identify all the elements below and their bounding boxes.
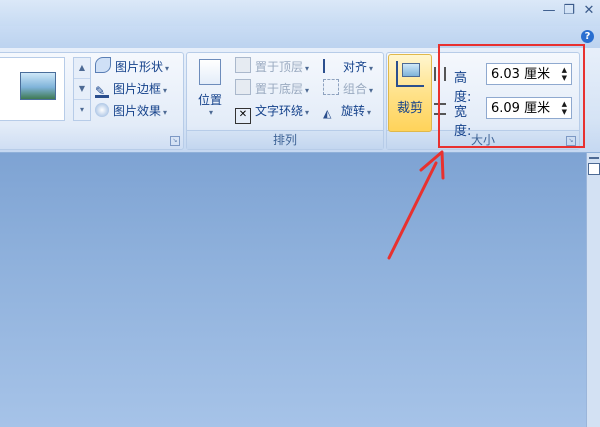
- annotation-arrow-shaft: [387, 161, 438, 260]
- annotation-arrow: [387, 150, 445, 260]
